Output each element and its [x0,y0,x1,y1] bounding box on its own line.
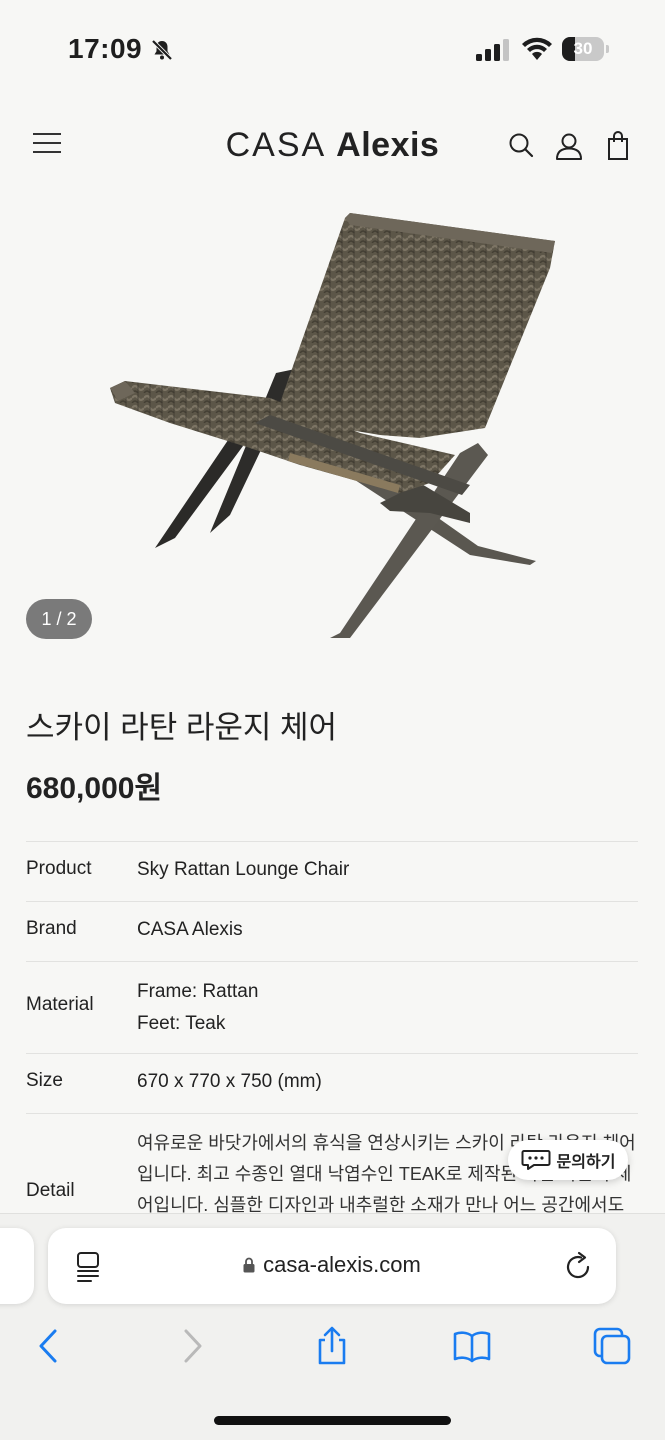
slide-indicator: 1 / 2 [26,599,92,639]
battery-indicator: 30 [562,37,610,63]
spec-row-material: Material Frame: Rattan Feet: Teak [26,961,638,1053]
url-display[interactable]: casa-alexis.com [48,1252,616,1278]
spec-value-line2: Feet: Teak [137,1013,226,1034]
product-title: 스카이 라탄 라운지 체어 [26,710,338,745]
spec-row-size: Size 670 x 770 x 750 (mm) [26,1053,638,1113]
spec-value: Sky Rattan Lounge Chair [137,859,350,880]
wifi-icon [522,37,552,60]
site-header: CASA Alexis [0,98,665,193]
browser-toolbar: casa-alexis.com [0,1213,665,1440]
spec-label: Material [26,994,94,1015]
spec-value: 670 x 770 x 750 (mm) [137,1071,322,1092]
spec-label: Detail [26,1180,75,1201]
spec-value: CASA Alexis [137,919,243,940]
home-indicator[interactable] [214,1416,451,1425]
bell-slash-icon [151,39,173,61]
user-icon[interactable] [554,130,584,162]
logo-text-casa: CASA [225,126,327,164]
shopping-bag-icon[interactable] [603,130,633,162]
back-icon[interactable] [28,1326,68,1366]
battery-level: 30 [573,39,593,58]
spec-label: Brand [26,918,77,939]
spec-row-product: Product Sky Rattan Lounge Chair [26,841,638,901]
spec-label: Size [26,1070,63,1091]
url-text: casa-alexis.com [263,1252,421,1277]
address-bar[interactable]: casa-alexis.com [48,1228,616,1304]
inquiry-button[interactable]: 문의하기 [508,1140,628,1180]
product-image[interactable] [0,193,665,663]
spec-row-brand: Brand CASA Alexis [26,901,638,961]
previous-tab-preview[interactable] [0,1228,34,1304]
logo-text-alexis: Alexis [336,126,440,164]
spec-label: Product [26,858,92,879]
bookmarks-icon[interactable] [452,1326,492,1366]
reload-icon[interactable] [564,1250,594,1282]
spec-value-line1: Frame: Rattan [137,981,259,1002]
share-icon[interactable] [312,1326,352,1366]
search-icon[interactable] [506,130,536,162]
tabs-icon[interactable] [592,1326,632,1366]
cellular-signal-icon [476,39,509,61]
status-time: 17:09 [68,33,143,64]
inquiry-button-label: 문의하기 [556,1154,616,1171]
forward-icon[interactable] [173,1326,213,1366]
lock-icon [243,1257,255,1273]
battery-body: 30 [562,37,604,61]
chat-bubble-icon [521,1150,551,1170]
battery-tip [606,45,609,53]
product-price: 680,000원 [26,772,163,805]
status-bar: 17:09 30 [0,0,665,98]
